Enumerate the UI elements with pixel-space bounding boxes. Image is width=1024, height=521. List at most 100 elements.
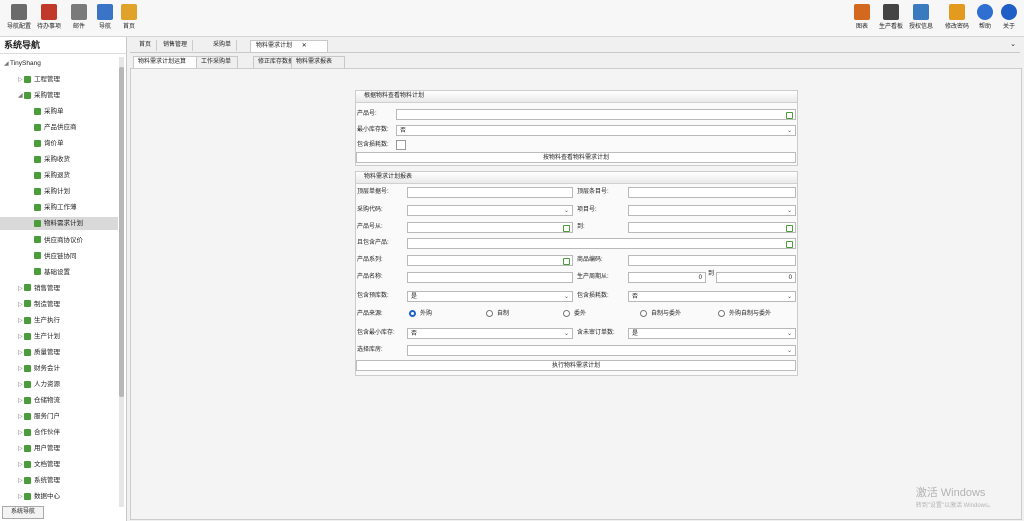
radio-dot [486, 309, 493, 317]
purchase-code-label: 采购代码: [357, 207, 383, 213]
sidebar-item[interactable]: ▷ 仓储物流 [0, 394, 118, 407]
product-to-field[interactable] [628, 222, 796, 233]
included-product-field[interactable] [407, 238, 796, 249]
sidebar-item[interactable]: ▷ 工程管理 [0, 73, 118, 86]
picker-icon[interactable] [786, 241, 793, 248]
nav-scrollbar[interactable] [119, 57, 124, 507]
project-select[interactable]: ⌄ [628, 205, 796, 216]
sidebar-item[interactable]: ▷ 服务门户 [0, 410, 118, 423]
menu-item-icon [24, 300, 31, 308]
purchase-code-select[interactable]: ⌄ [407, 205, 573, 216]
menu-item-icon [34, 220, 41, 228]
monitor-icon [883, 4, 899, 20]
view-mrp-by-material-button[interactable]: 按物料查看物料需求计划 [356, 152, 796, 163]
sidebar-item-label: 采购计划 [44, 188, 70, 196]
loss-label: 包含损耗数: [357, 142, 389, 148]
home-button[interactable]: 首页 [114, 2, 144, 34]
tab-mrp[interactable]: 物料需求计划 ✕ [250, 40, 328, 52]
sidebar-item[interactable]: 采购收货 [0, 153, 118, 166]
sidebar-item[interactable]: ▷ 合作伙伴 [0, 426, 118, 439]
picker-icon[interactable] [786, 112, 793, 119]
product-label: 产品号: [357, 111, 377, 117]
sidebar-item[interactable]: 物料需求计划 [0, 217, 118, 231]
sidebar-item[interactable]: 基础设置 [0, 266, 118, 279]
minstock-value: 否 [400, 128, 407, 134]
sidebar-item[interactable]: 采购退货 [0, 169, 118, 182]
nav-root[interactable]: ◢TinyShang [4, 57, 41, 70]
sidebar-item[interactable]: 采购计划 [0, 185, 118, 198]
loss2-value: 否 [632, 294, 639, 300]
toolbar-button-label: 授权信息 [908, 24, 933, 30]
top-order-field[interactable] [407, 187, 573, 198]
monitor-button[interactable]: 生产看板 [876, 2, 906, 34]
sidebar-item[interactable]: 采购单 [0, 105, 118, 118]
warehouse-select[interactable]: ⌄ [407, 345, 796, 356]
product-from-label: 产品号从: [357, 224, 383, 230]
calendar-button[interactable]: 待办事项 [34, 2, 64, 34]
sidebar-item[interactable]: ▷ 生产计划 [0, 330, 118, 343]
tab-purchase-order[interactable]: 采购单 [208, 40, 238, 51]
run-mrp-button[interactable]: 执行物料需求计划 [356, 360, 796, 371]
source-radio-outsource[interactable]: 委外 [563, 309, 586, 319]
sidebar-item[interactable]: ▷ 人力资源 [0, 378, 118, 391]
toolbar-button-label: 图表 [855, 24, 868, 30]
tab-sales[interactable]: 销售管理 [158, 40, 194, 51]
minstock-select[interactable]: 否 ⌄ [396, 125, 796, 136]
source-radio-self-outsource[interactable]: 自制与委外 [640, 309, 681, 319]
users-gear-button[interactable]: 导航配置 [4, 2, 34, 34]
loss2-select[interactable]: 否 ⌄ [628, 291, 796, 302]
picker-icon[interactable] [563, 225, 570, 232]
source-radio-purchase[interactable]: 外购 [409, 309, 432, 319]
sidebar-item[interactable]: 供应链协同 [0, 250, 118, 263]
sidebar-item-label: 数据中心 [34, 493, 60, 501]
bar-chart-button[interactable]: 图表 [847, 2, 877, 34]
nav-scrollbar-thumb[interactable] [119, 67, 124, 397]
sidebar-item[interactable]: ◢ 采购管理 [0, 89, 118, 102]
unreviewed-select[interactable]: 是 ⌄ [628, 328, 796, 339]
source-radio-self[interactable]: 自制 [486, 309, 509, 319]
menu-item-icon [34, 236, 41, 244]
loss-checkbox[interactable] [396, 140, 406, 150]
series-field[interactable] [407, 255, 573, 266]
sidebar-item[interactable]: 供应商协议价 [0, 234, 118, 247]
radio-dot [718, 309, 725, 317]
sidebar-item-label: 采购管理 [34, 92, 60, 100]
safe-stock-select[interactable]: 是 ⌄ [407, 291, 573, 302]
min-stock-select[interactable]: 否 ⌄ [407, 328, 573, 339]
chevron-down-icon: ⌄ [786, 208, 792, 214]
sidebar-item[interactable]: ▷ 系统管理 [0, 474, 118, 487]
product-name-field[interactable] [407, 272, 573, 283]
product-field[interactable] [396, 109, 796, 120]
cycle-to-field[interactable]: 0 [716, 272, 796, 283]
picker-icon[interactable] [786, 225, 793, 232]
tab-home[interactable]: 首页 [134, 40, 158, 51]
sidebar-item[interactable]: 采购工作薄 [0, 201, 118, 214]
close-icon[interactable]: ✕ [302, 43, 307, 49]
sidebar-item-label: 质量管理 [34, 348, 60, 356]
menu-item-icon [34, 188, 41, 196]
product-code-field[interactable] [628, 255, 796, 266]
sidebar-item[interactable]: 产品供应商 [0, 121, 118, 134]
sidebar-item-label: 采购退货 [44, 172, 70, 180]
sidebar-item-label: 物料需求计划 [44, 220, 83, 228]
picker-icon[interactable] [563, 258, 570, 265]
sidebar-item[interactable]: ▷ 质量管理 [0, 346, 118, 359]
sidebar-item[interactable]: ▷ 财务会计 [0, 362, 118, 375]
info-button[interactable]: 关于 [994, 2, 1024, 34]
sidebar-item[interactable]: ▷ 文档管理 [0, 458, 118, 471]
cycle-from-field[interactable]: 0 [628, 272, 706, 283]
sidebar-item[interactable]: ▷ 数据中心 [0, 490, 118, 503]
sidebar-item[interactable]: 询价单 [0, 137, 118, 150]
chevron-down-icon[interactable]: ⌄ [1010, 40, 1016, 48]
license-button[interactable]: 授权信息 [906, 2, 936, 34]
product-from-field[interactable] [407, 222, 573, 233]
series-label: 产品系列: [357, 257, 383, 263]
sidebar-item[interactable]: ▷ 销售管理 [0, 282, 118, 295]
sidebar-item[interactable]: ▷ 制造管理 [0, 298, 118, 311]
key-button[interactable]: 修改密码 [942, 2, 972, 34]
nav-footer-tab[interactable]: 系统导航 [2, 506, 44, 519]
top-item-field[interactable] [628, 187, 796, 198]
source-radio-all[interactable]: 外购自制与委外 [718, 309, 771, 319]
sidebar-item[interactable]: ▷ 生产执行 [0, 314, 118, 327]
sidebar-item[interactable]: ▷ 用户管理 [0, 442, 118, 455]
